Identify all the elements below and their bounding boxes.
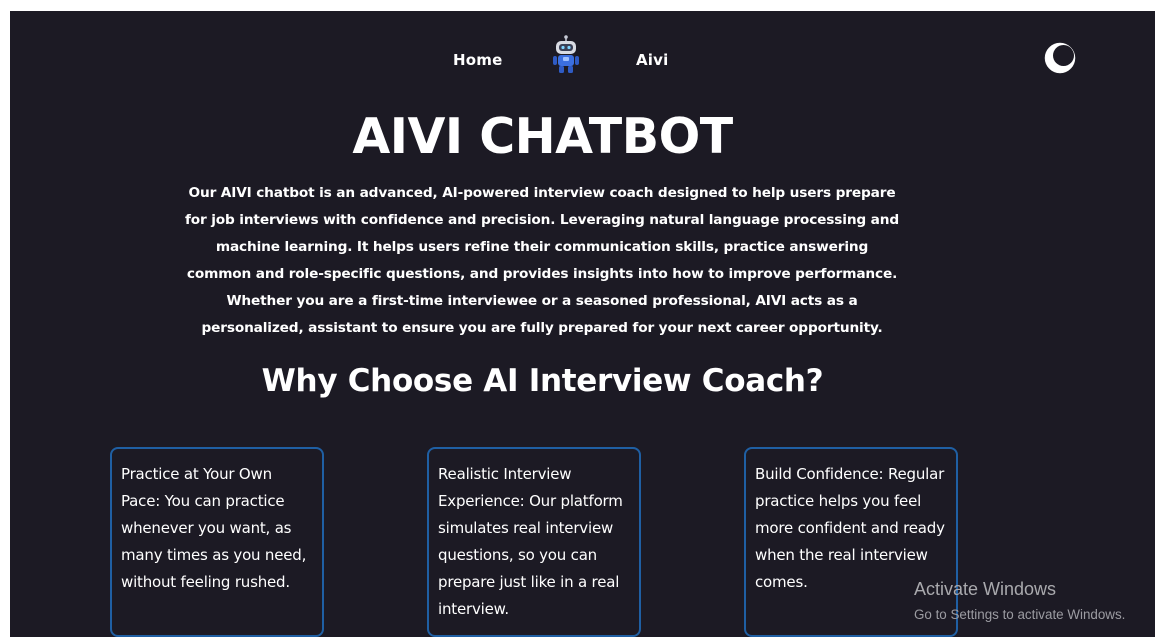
feature-card-practice: Practice at Your Own Pace: You can pract…: [110, 447, 324, 637]
page: Home Aivi AIVI CHATBOT Our AIVI chatbot …: [10, 11, 1155, 637]
hero-description: Our AIVI chatbot is an advanced, AI-powe…: [184, 185, 900, 336]
section-title: Why Choose AI Interview Coach?: [261, 363, 824, 399]
page-title: AIVI CHATBOT: [352, 108, 733, 165]
activate-windows-subtitle: Go to Settings to activate Windows.: [914, 607, 1126, 622]
nav-aivi-link[interactable]: Aivi: [636, 51, 668, 69]
moon-icon[interactable]: [1043, 41, 1077, 75]
feature-card-realistic: Realistic Interview Experience: Our plat…: [427, 447, 641, 637]
robot-icon[interactable]: [551, 35, 581, 75]
nav-home-link[interactable]: Home: [453, 51, 502, 69]
activate-windows-title: Activate Windows: [914, 579, 1057, 599]
